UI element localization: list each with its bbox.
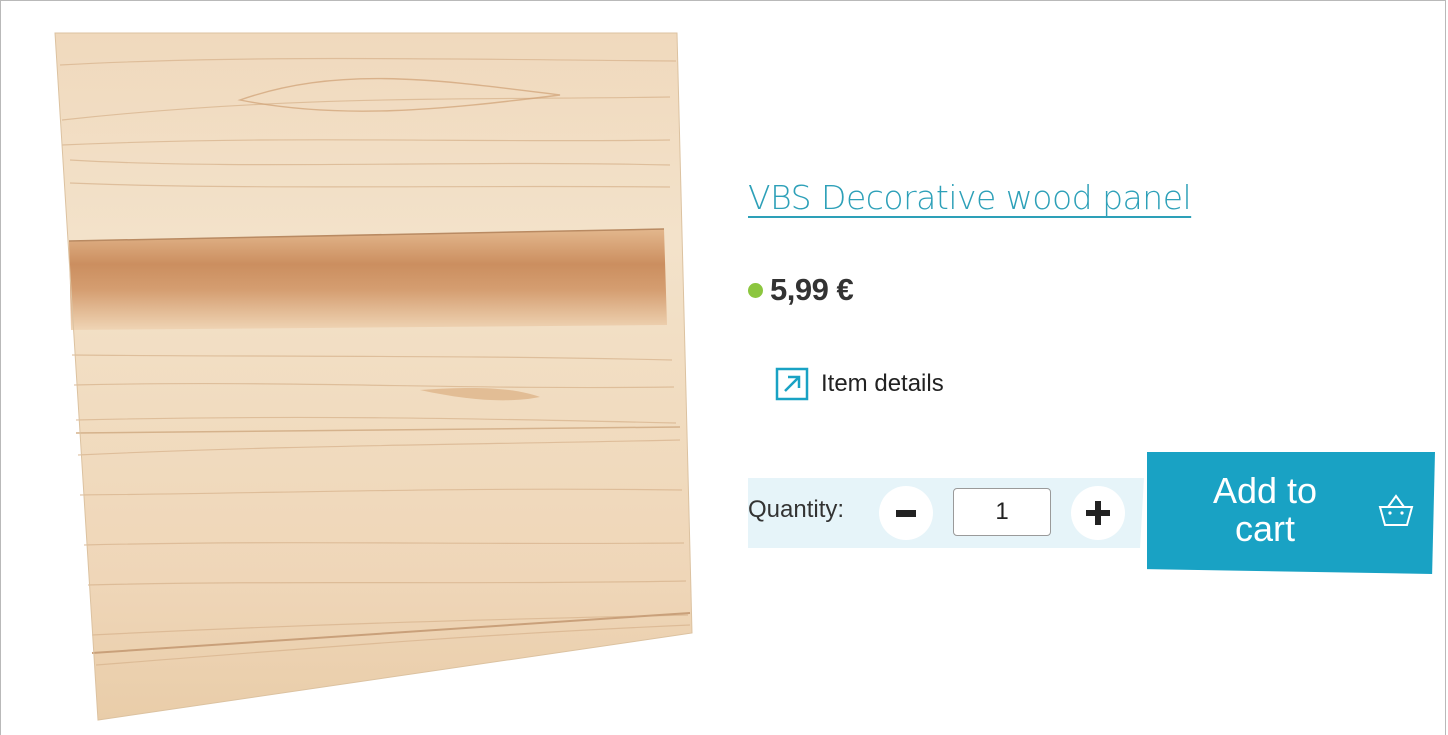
product-price: 5,99 € [770, 272, 854, 307]
add-to-cart-label: Add to cart [1212, 470, 1318, 549]
product-image[interactable] [40, 25, 700, 725]
product-title-link[interactable]: VBS Decorative wood panel [748, 178, 1192, 217]
plus-icon [1086, 501, 1110, 525]
availability-dot-icon [748, 282, 763, 298]
quantity-label: Quantity: [748, 496, 845, 523]
price-row: 5,99 € [748, 272, 854, 308]
external-link-icon [775, 367, 809, 401]
minus-icon [896, 509, 916, 517]
decrease-quantity-button[interactable] [879, 486, 933, 540]
increase-quantity-button[interactable] [1071, 486, 1125, 540]
wood-panel-image [54, 32, 693, 721]
item-details-label: Item details [821, 370, 944, 397]
basket-icon [1378, 494, 1414, 526]
item-details-link[interactable]: Item details [775, 367, 944, 401]
quantity-input[interactable] [953, 488, 1051, 536]
